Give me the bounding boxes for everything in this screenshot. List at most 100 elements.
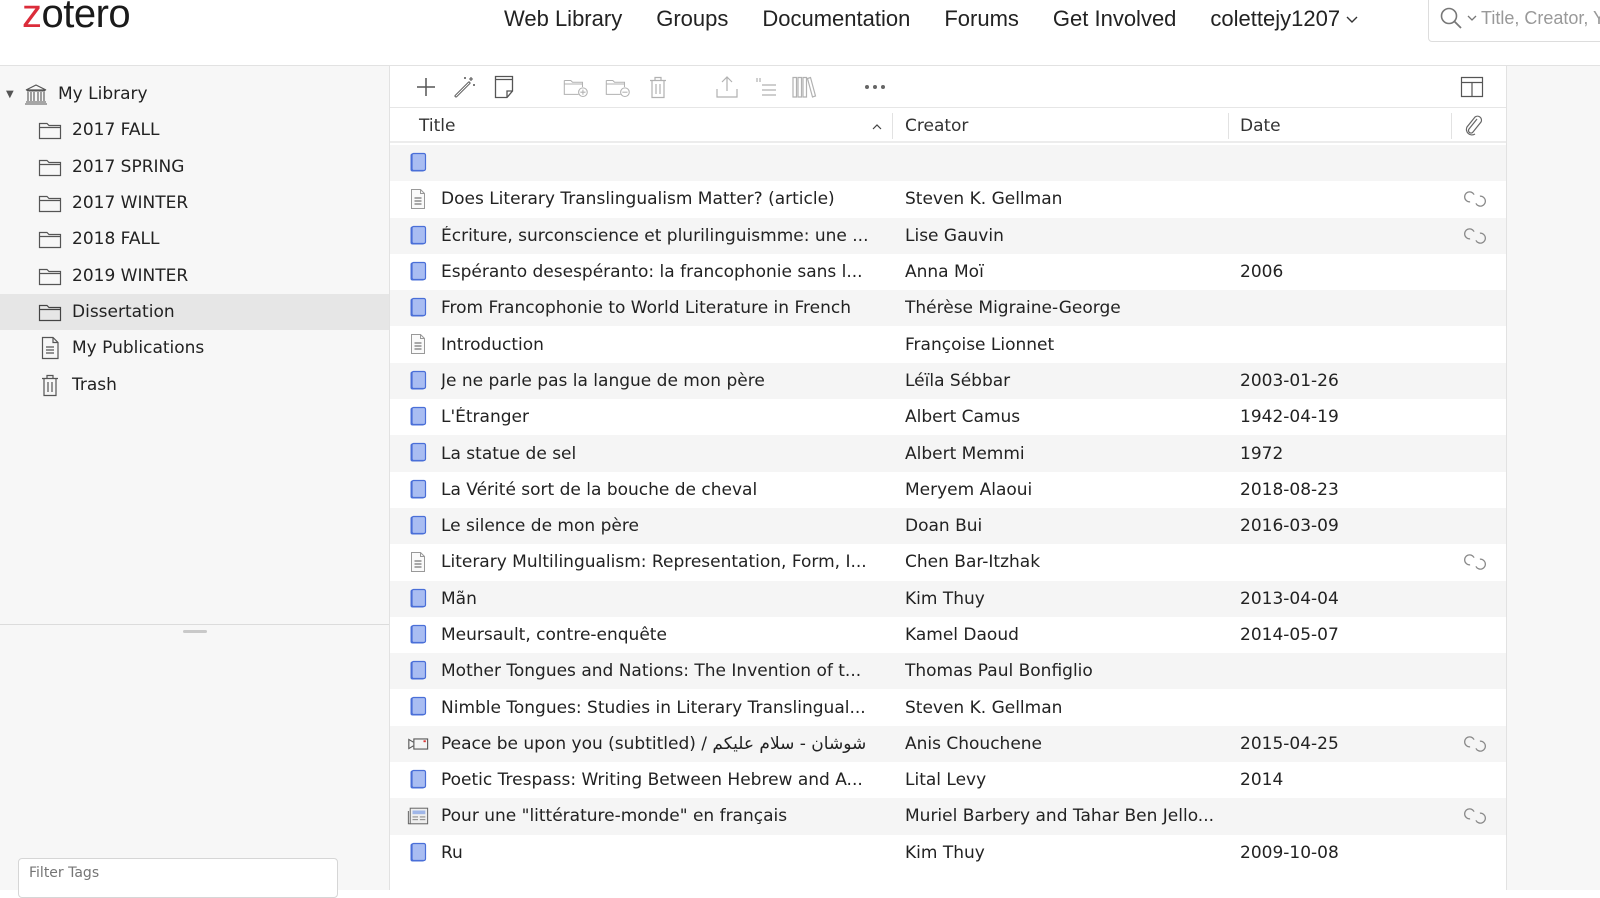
search-input[interactable] [1481,7,1600,29]
nav-link-web-library[interactable]: Web Library [504,6,622,32]
table-row[interactable]: From Francophonie to World Literature in… [390,290,1506,327]
video-recording-icon [407,734,429,754]
document-icon [407,334,429,355]
tree-item-dissertation[interactable]: Dissertation [0,293,389,331]
item-title: Introduction [441,334,544,355]
library-books-icon [792,76,817,98]
table-row[interactable]: Literary Multilingualism: Representation… [390,544,1506,580]
zotero-logo[interactable]: zotero [22,0,131,37]
book-icon [407,261,429,282]
column-separator[interactable] [1228,113,1229,139]
table-row[interactable]: Meursault, contre-enquête Kamel Daoud 20… [390,617,1506,653]
link-attachment-icon[interactable] [1462,553,1488,571]
nav-link-forums[interactable]: Forums [944,6,1019,32]
username: colettejy1207 [1210,6,1341,31]
attachment-cell [1462,154,1488,172]
tree-item-my-library[interactable]: ▼ My Library [0,76,389,112]
link-attachment-icon[interactable] [1462,807,1488,825]
table-row[interactable]: Ru Kim Thuy 2009-10-08 [390,835,1506,871]
table-row[interactable]: Pour une "littérature-monde" en français… [390,798,1506,835]
nav-link-documentation[interactable]: Documentation [762,6,910,32]
sidebar-resize-handle[interactable] [183,630,207,633]
search-mode-chevron-icon[interactable] [1467,14,1477,22]
search-icon[interactable] [1439,6,1463,30]
column-header-attachments[interactable] [1462,109,1488,143]
tree-item-2017-spring[interactable]: 2017 SPRING [0,149,389,185]
item-date: 2016-03-09 [1240,516,1339,537]
tree-item-trash[interactable]: Trash [0,366,389,402]
link-attachment-icon[interactable] [1462,227,1488,245]
tag-filter-input[interactable] [29,865,327,881]
add-to-collection-button[interactable] [563,74,589,100]
item-creator: Kim Thuy [905,588,985,609]
table-row[interactable]: Peace be upon you (subtitled) / انيس شوش… [390,725,1506,763]
column-title-label: Title [419,116,456,136]
link-attachment-icon[interactable] [1462,190,1488,208]
new-note-button[interactable] [491,74,517,100]
table-row[interactable]: Introduction Françoise Lionnet [390,326,1506,362]
bibliography-icon [756,78,776,96]
tree-item-2017-fall[interactable]: 2017 FALL [0,112,389,148]
item-title: Poetic Trespass: Writing Between Hebrew … [441,770,863,791]
item-creator: Meryem Alaoui [905,479,1033,500]
more-options-button[interactable] [862,74,888,100]
attachment-cell [1462,408,1488,426]
table-row[interactable]: Écriture, surconscience et plurilinguism… [390,217,1506,254]
column-separator[interactable] [1451,113,1452,139]
link-attachment-icon[interactable] [1462,735,1488,753]
column-header-date[interactable]: Date [1240,109,1440,143]
tree-item-my-publications[interactable]: My Publications [0,330,389,366]
folder-icon [38,156,62,178]
sort-ascending-icon [872,124,882,130]
table-row[interactable]: Mãn Kim Thuy 2013-04-04 [390,580,1506,617]
table-row[interactable]: Je ne parle pas la langue de mon père Lé… [390,362,1506,400]
item-title: Espéranto desespéranto: la francophonie … [441,262,863,283]
item-title: La Vérité sort de la bouche de cheval [441,479,758,500]
nav-link-groups[interactable]: Groups [656,6,728,32]
item-title: Je ne parle pas la langue de mon père [441,370,765,391]
export-button[interactable] [714,74,740,100]
column-separator[interactable] [892,113,893,139]
trash-icon [38,374,62,396]
column-header-creator[interactable]: Creator [905,109,1225,143]
remove-from-collection-button[interactable] [605,74,631,100]
table-row[interactable]: Does Literary Translingualism Matter? (a… [390,181,1506,217]
table-row[interactable]: Le silence de mon père Doan Bui 2016-03-… [390,507,1506,545]
item-creator: Muriel Barbery and Tahar Ben Jello... [905,806,1215,827]
book-icon [407,479,429,500]
table-row[interactable]: La Vérité sort de la bouche de cheval Me… [390,472,1506,508]
tree-item-2019-winter[interactable]: 2019 WINTER [0,257,389,293]
chevron-down-icon [1346,16,1358,23]
toggle-item-pane-button[interactable] [1459,74,1485,100]
column-header-title[interactable]: Title [419,109,889,143]
tree-item-label: 2018 FALL [72,229,160,250]
trash-icon [650,76,666,99]
create-bibliography-button[interactable] [753,74,779,100]
plus-icon [417,78,435,96]
item-title: Mãn [441,588,477,609]
add-by-identifier-button[interactable] [452,74,478,100]
move-to-trash-button[interactable] [645,74,671,100]
tree-item-2018-fall[interactable]: 2018 FALL [0,221,389,257]
table-row[interactable]: Mother Tongues and Nations: The Inventio… [390,653,1506,690]
tag-filter-box [18,858,338,898]
tree-item-2017-winter[interactable]: 2017 WINTER [0,185,389,221]
magic-wand-icon [454,77,475,98]
attachment-cell [1462,844,1488,862]
item-creator: Kamel Daoud [905,625,1019,645]
book-icon [407,443,429,463]
table-row[interactable]: L'Étranger Albert Camus 1942-04-19 [390,399,1506,435]
expand-triangle-icon[interactable]: ▼ [6,89,16,100]
nav-links: Web Library Groups Documentation Forums … [504,6,1392,32]
new-item-button[interactable] [413,74,439,100]
user-menu[interactable]: colettejy1207 [1210,6,1358,32]
table-row[interactable] [390,145,1506,182]
table-row[interactable]: Poetic Trespass: Writing Between Hebrew … [390,762,1506,798]
item-date: 2006 [1240,262,1284,283]
item-creator: Léïla Sébbar [905,370,1011,391]
nav-link-get-involved[interactable]: Get Involved [1053,6,1177,32]
generate-report-button[interactable] [791,74,817,100]
table-row[interactable]: Nimble Tongues: Studies in Literary Tran… [390,689,1506,725]
table-row[interactable]: La statue de sel Albert Memmi 1972 [390,435,1506,472]
table-row[interactable]: Espéranto desespéranto: la francophonie … [390,254,1506,290]
